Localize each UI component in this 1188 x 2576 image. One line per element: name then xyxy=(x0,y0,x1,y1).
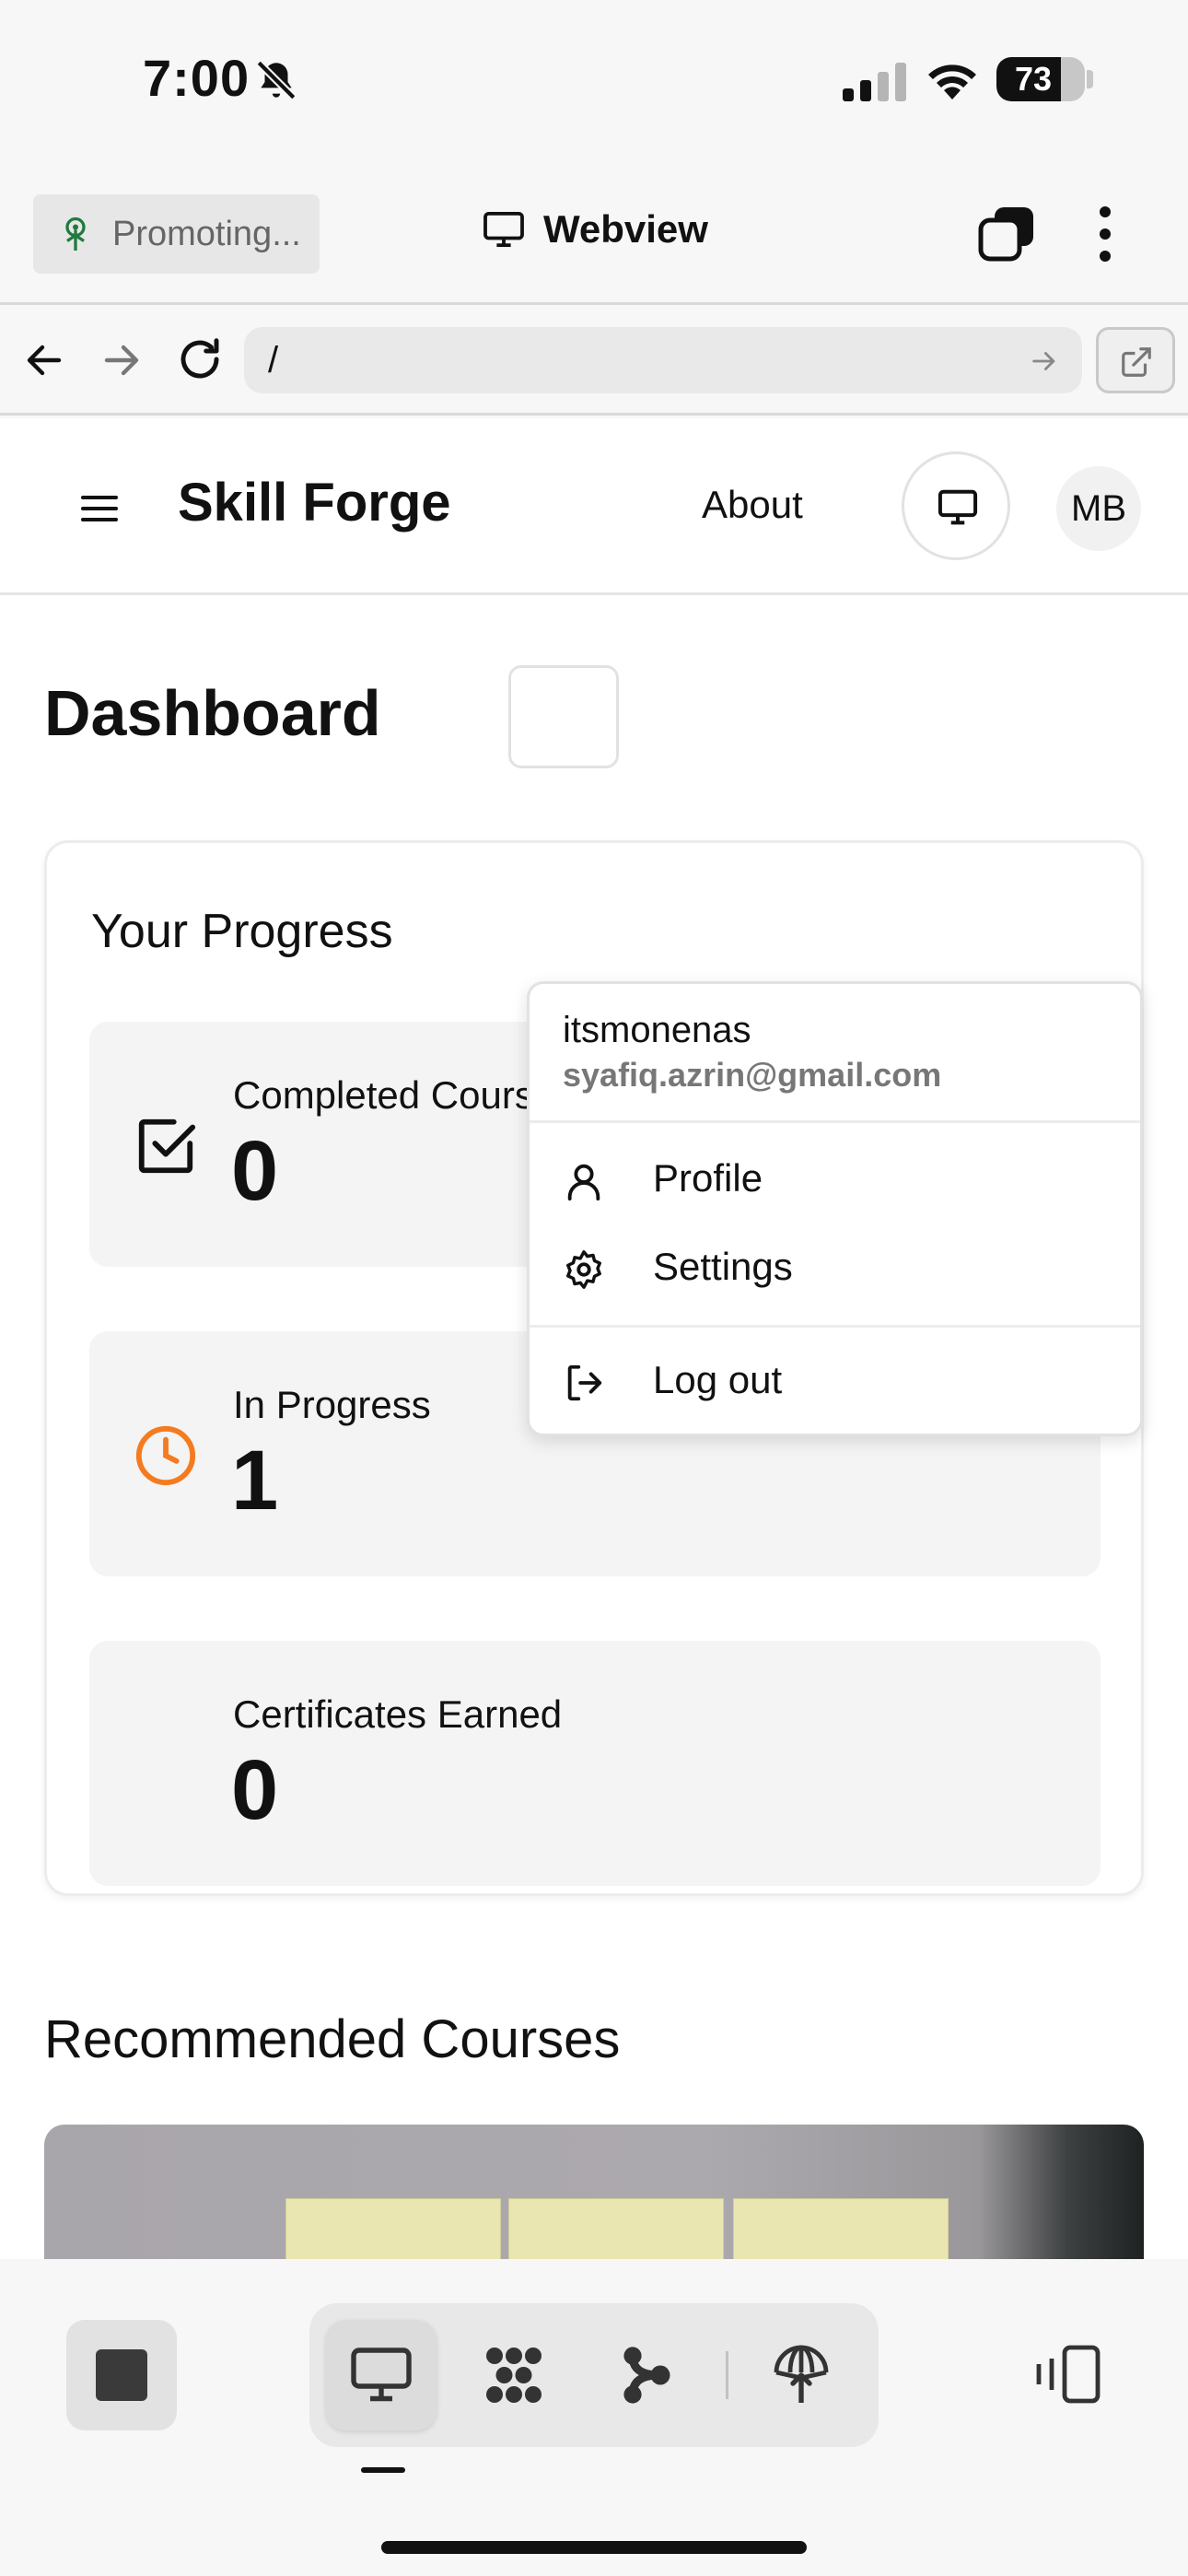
clock-icon xyxy=(135,1425,196,1486)
page-title: Dashboard xyxy=(44,677,381,749)
menu-item-profile[interactable]: Profile xyxy=(530,1138,1140,1221)
external-link-icon xyxy=(1122,347,1151,377)
stat-label: Completed Courses xyxy=(233,1073,576,1117)
recommended-heading: Recommended Courses xyxy=(44,2009,621,2069)
menu-email: syafiq.azrin@gmail.com xyxy=(563,1056,942,1094)
battery-indicator: 73 xyxy=(996,57,1085,101)
device-rotate-icon[interactable] xyxy=(1031,2344,1101,2405)
hamburger-menu-icon[interactable] xyxy=(81,494,118,523)
web-content: Skill Forge About MB Dashboard Your Prog… xyxy=(0,418,1188,2259)
menu-item-logout[interactable]: Log out xyxy=(530,1340,1140,1423)
status-time: 7:00 xyxy=(143,49,250,107)
sticky-note-image xyxy=(508,2198,724,2259)
progress-heading: Your Progress xyxy=(91,905,393,958)
forward-arrow-icon[interactable] xyxy=(99,338,144,382)
stop-icon xyxy=(96,2349,147,2401)
sticky-note-image xyxy=(285,2198,501,2259)
reload-icon[interactable] xyxy=(175,334,225,384)
app-toolbar: Promoting... Webview xyxy=(0,161,1188,305)
stat-value: 0 xyxy=(231,1743,279,1837)
theme-toggle-button[interactable] xyxy=(902,451,1010,560)
gear-icon xyxy=(566,1250,601,1289)
promoting-chip[interactable]: Promoting... xyxy=(33,194,320,274)
monitor-tool-button[interactable] xyxy=(326,2320,437,2430)
stat-value: 1 xyxy=(231,1434,279,1528)
menu-item-label: Log out xyxy=(653,1358,783,1401)
site-header: Skill Forge About MB xyxy=(0,418,1188,595)
check-square-icon xyxy=(138,1118,196,1174)
url-input[interactable]: / xyxy=(244,327,1082,393)
course-thumbnail[interactable] xyxy=(44,2125,1144,2259)
user-avatar[interactable]: MB xyxy=(1056,466,1141,551)
open-external-button[interactable] xyxy=(1096,327,1175,393)
sticky-note-image xyxy=(733,2198,949,2259)
menu-divider xyxy=(530,1120,1140,1123)
network-tool-button[interactable] xyxy=(459,2320,569,2430)
stat-value: 0 xyxy=(231,1124,279,1218)
go-arrow-icon[interactable] xyxy=(1028,345,1061,377)
about-link[interactable]: About xyxy=(702,483,803,527)
menu-item-settings[interactable]: Settings xyxy=(530,1226,1140,1309)
stat-label: Certificates Earned xyxy=(233,1692,563,1736)
active-tool-indicator xyxy=(361,2467,405,2473)
signal-icon xyxy=(843,63,906,101)
menu-item-label: Profile xyxy=(653,1156,763,1200)
tree-antenna-icon xyxy=(65,217,86,251)
upload-globe-icon xyxy=(774,2345,829,2403)
bell-muted-icon xyxy=(256,60,297,100)
dashboard-action-button[interactable] xyxy=(508,665,619,768)
webview-label: Webview xyxy=(543,207,708,251)
flow-icon xyxy=(623,2347,670,2404)
network-icon xyxy=(486,2348,542,2403)
logout-icon xyxy=(567,1364,602,1401)
tabs-icon[interactable] xyxy=(978,205,1035,263)
stop-button[interactable] xyxy=(66,2320,177,2430)
monitor-icon xyxy=(483,211,524,248)
wifi-icon xyxy=(928,64,976,100)
tool-group xyxy=(309,2303,879,2447)
webview-title[interactable]: Webview xyxy=(483,207,708,252)
monitor-icon xyxy=(938,489,978,525)
bottom-toolbar xyxy=(0,2259,1188,2576)
status-bar: 7:00 73 xyxy=(0,0,1188,161)
user-icon xyxy=(567,1164,600,1201)
promoting-label: Promoting... xyxy=(112,214,301,253)
menu-item-label: Settings xyxy=(653,1245,793,1288)
battery-percent: 73 xyxy=(1014,60,1053,98)
back-arrow-icon[interactable] xyxy=(22,338,66,382)
publish-tool-button[interactable] xyxy=(746,2320,856,2430)
battery-tip xyxy=(1087,70,1093,88)
url-bar-row: / xyxy=(0,305,1188,416)
monitor-icon xyxy=(351,2348,412,2402)
more-vertical-icon[interactable] xyxy=(1087,204,1124,264)
toolbar-separator xyxy=(726,2351,728,2399)
flow-tool-button[interactable] xyxy=(591,2320,702,2430)
stat-label: In Progress xyxy=(233,1383,431,1426)
stat-certificates-earned: Certificates Earned 0 xyxy=(89,1641,1101,1886)
menu-username: itsmonenas xyxy=(563,1010,751,1050)
user-dropdown-menu: itsmonenas syafiq.azrin@gmail.com Profil… xyxy=(527,981,1143,1436)
home-indicator xyxy=(381,2541,807,2554)
site-brand[interactable]: Skill Forge xyxy=(178,472,451,533)
menu-divider xyxy=(530,1325,1140,1328)
